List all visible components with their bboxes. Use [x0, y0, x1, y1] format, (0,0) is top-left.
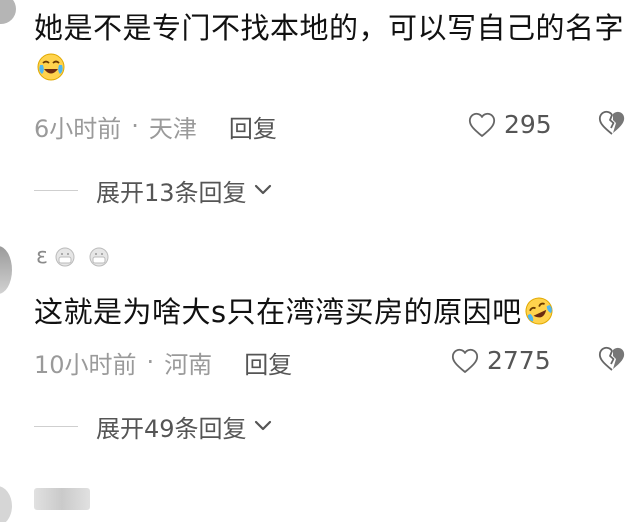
expand-replies[interactable]: 展开49条回复 [34, 408, 273, 444]
heart-outline-icon [451, 348, 479, 373]
username[interactable]: ε [36, 244, 116, 269]
heart-outline-icon [468, 112, 496, 137]
avatar[interactable] [0, 246, 12, 294]
chevron-down-icon [254, 420, 271, 431]
like-count: 2775 [487, 346, 551, 375]
timestamp: 10小时前 [34, 350, 137, 379]
username[interactable] [34, 488, 90, 510]
like-button[interactable]: 295 [468, 110, 552, 139]
comment-text: 这就是为啥大s只在湾湾买房的原因吧 [34, 292, 634, 332]
comment-text: 她是不是专门不找本地的，可以写自己的名字 [34, 8, 624, 88]
separator-dot: · [146, 348, 155, 376]
masked-face-icon [89, 247, 109, 266]
masked-face-icon [55, 247, 75, 266]
reply-button[interactable]: 回复 [229, 109, 277, 144]
timestamp: 6小时前 [34, 114, 122, 143]
dislike-button[interactable] [598, 346, 626, 376]
rolling-laughing-face-icon [525, 297, 553, 325]
broken-heart-icon [598, 346, 625, 371]
dislike-button[interactable] [598, 110, 626, 140]
avatar[interactable] [0, 0, 16, 24]
divider-line [34, 189, 78, 191]
expand-replies[interactable]: 展开13条回复 [34, 172, 273, 208]
broken-heart-icon [598, 110, 625, 135]
reply-button[interactable]: 回复 [244, 345, 292, 380]
like-button[interactable]: 2775 [451, 346, 551, 375]
location: 河南 [164, 350, 213, 379]
expand-replies-label: 展开13条回复 [96, 178, 247, 207]
chevron-down-icon [254, 184, 271, 195]
expand-replies-label: 展开49条回复 [96, 414, 247, 443]
divider-line [34, 425, 78, 427]
username-char: ε [36, 244, 48, 269]
separator-dot: · [131, 112, 139, 140]
location: 天津 [148, 114, 197, 143]
username-placeholder [34, 488, 90, 510]
crying-laughing-face-icon [37, 53, 65, 81]
avatar[interactable] [0, 486, 12, 522]
like-count: 295 [504, 110, 552, 139]
